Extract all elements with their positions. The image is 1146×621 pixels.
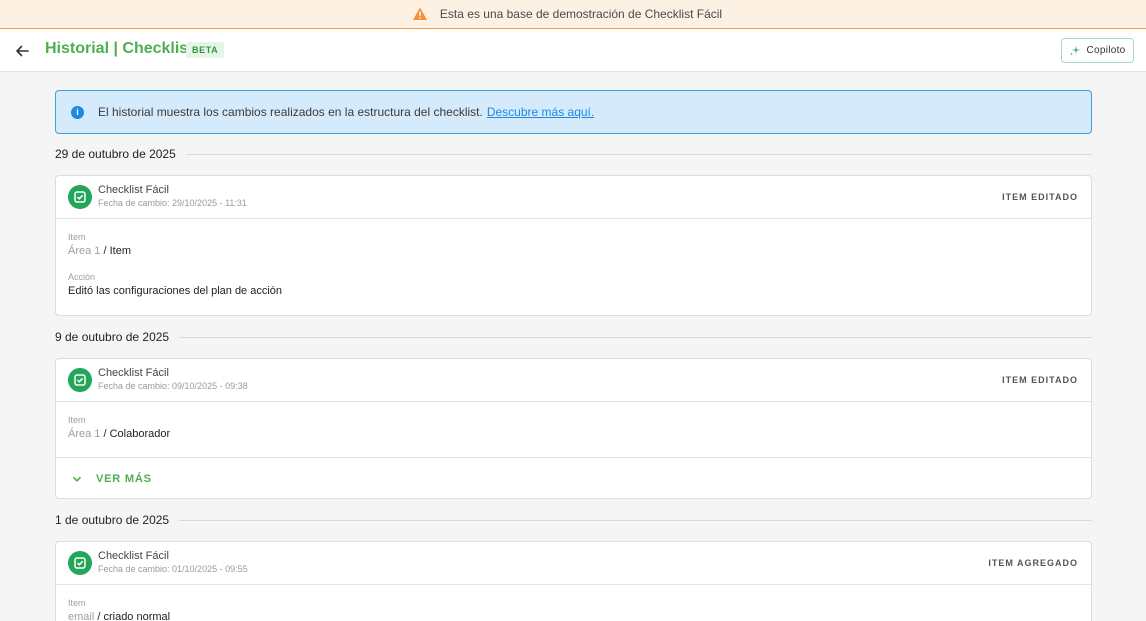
accion-label: Acción (68, 272, 96, 282)
date-heading: 29 de outubro de 2025 (55, 146, 1092, 162)
sparkle-icon (1070, 45, 1081, 55)
item-area: Área 1 (68, 428, 101, 440)
checklist-logo-icon (68, 368, 92, 392)
date-heading-text: 9 de outubro de 2025 (55, 330, 170, 344)
change-date: Fecha de cambio: 09/10/2025 - 09:38 (98, 381, 248, 391)
company-name: Checklist Fácil (98, 367, 169, 379)
info-link[interactable]: Descubre más aquí. (487, 105, 594, 119)
divider (179, 336, 1092, 338)
item-name: Colaborador (109, 428, 171, 440)
change-date: Fecha de cambio: 01/10/2025 - 09:55 (98, 564, 248, 574)
card-header: Checklist Fácil Fecha de cambio: 29/10/2… (56, 176, 1091, 219)
beta-badge: BETA (186, 42, 225, 58)
info-alert: i El historial muestra los cambios reali… (55, 90, 1092, 134)
copilot-label: Copiloto (1086, 45, 1126, 56)
company-name: Checklist Fácil (98, 184, 169, 196)
item-separator: / (100, 245, 110, 257)
item-name: criado normal (103, 611, 171, 621)
chevron-down-icon (72, 476, 82, 482)
item-label: Item (68, 415, 86, 425)
change-date: Fecha de cambio: 29/10/2025 - 11:31 (98, 198, 247, 208)
card-body: Item Área 1 / Item Acción Editó las conf… (56, 232, 1091, 297)
item-path: Área 1 / Colaborador (68, 428, 1079, 440)
divider (179, 519, 1092, 521)
warning-icon (412, 7, 427, 20)
date-heading: 1 de outubro de 2025 (55, 512, 1092, 528)
action-type: ITEM EDITADO (1002, 375, 1078, 385)
item-label: Item (68, 598, 86, 608)
demo-banner-text: Esta es una base de demostración de Chec… (439, 7, 723, 21)
history-card: Checklist Fácil Fecha de cambio: 09/10/2… (55, 358, 1092, 499)
ver-mas-button[interactable]: VER MÁS (56, 457, 1091, 498)
copilot-button[interactable]: Copiloto (1061, 38, 1134, 63)
date-heading-text: 1 de outubro de 2025 (55, 513, 170, 527)
action-type: ITEM EDITADO (1002, 192, 1078, 202)
item-area: email (68, 611, 95, 621)
date-heading: 9 de outubro de 2025 (55, 329, 1092, 345)
divider (185, 153, 1092, 155)
item-path: email / criado normal (68, 611, 1079, 621)
action-type: ITEM AGREGADO (988, 558, 1078, 568)
back-button[interactable] (12, 41, 32, 61)
item-separator: / (100, 428, 110, 440)
accion-value: Editó las configuraciones del plan de ac… (68, 285, 283, 297)
item-area: Área 1 (68, 245, 101, 257)
item-label: Item (68, 232, 86, 242)
card-header: Checklist Fácil Fecha de cambio: 09/10/2… (56, 359, 1091, 402)
arrow-left-icon (16, 45, 29, 57)
history-card: Checklist Fácil Fecha de cambio: 01/10/2… (55, 541, 1092, 621)
card-body: Item email / criado normal (56, 598, 1091, 621)
ver-mas-label: VER MÁS (96, 472, 152, 485)
date-heading-text: 29 de outubro de 2025 (55, 147, 176, 161)
info-text: El historial muestra los cambios realiza… (98, 105, 483, 119)
demo-banner: Esta es una base de demostración de Chec… (0, 0, 1146, 29)
card-header: Checklist Fácil Fecha de cambio: 01/10/2… (56, 542, 1091, 585)
item-name: Item (109, 245, 131, 257)
info-icon: i (71, 105, 84, 119)
card-body: Item Área 1 / Colaborador (56, 402, 1091, 457)
item-path: Área 1 / Item (68, 245, 1079, 257)
page-header: Historial | Checklist BETA Copiloto (0, 29, 1146, 72)
history-card: Checklist Fácil Fecha de cambio: 29/10/2… (55, 175, 1092, 316)
page-title: Historial | Checklist (45, 40, 194, 57)
checklist-logo-icon (68, 551, 92, 575)
checklist-logo-icon (68, 185, 92, 209)
company-name: Checklist Fácil (98, 550, 169, 562)
